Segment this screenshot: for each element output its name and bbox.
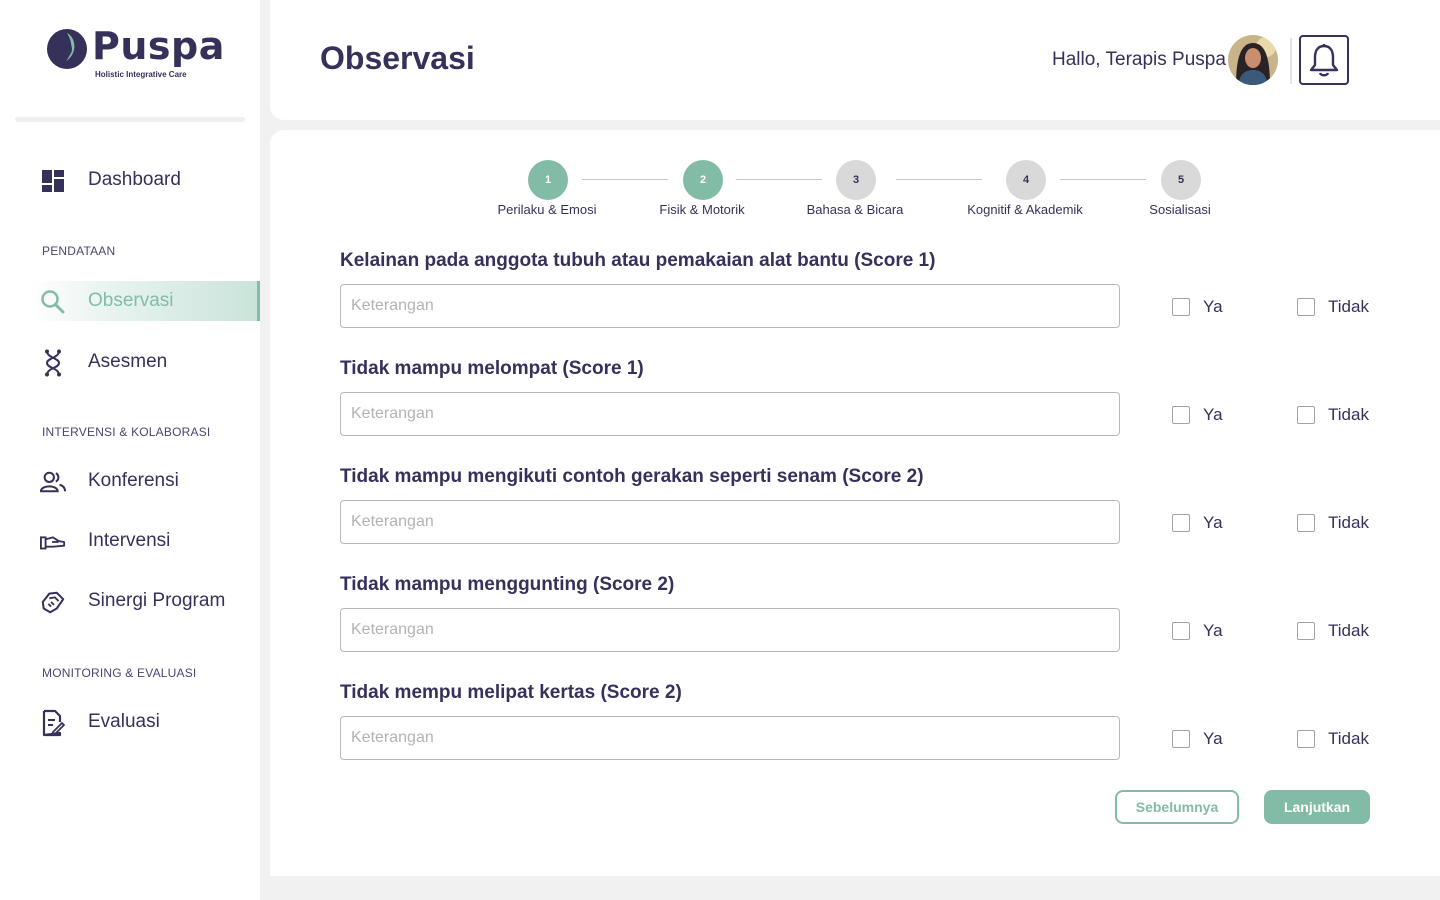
section-label-pendataan: PENDATAAN [42, 244, 116, 258]
step-2-label: Fisik & Motorik [659, 202, 745, 217]
step-4-label: Kognitif & Akademik [967, 202, 1083, 217]
keterangan-input[interactable] [340, 392, 1120, 436]
bell-icon [1309, 44, 1339, 77]
checkbox-icon [1297, 298, 1315, 316]
no-checkbox[interactable]: Tidak [1297, 405, 1369, 425]
keterangan-input[interactable] [340, 716, 1120, 760]
no-checkbox[interactable]: Tidak [1297, 729, 1369, 749]
sidebar: Puspa Holistic Integrative Care Dashboar… [0, 0, 260, 900]
sidebar-item-label: Asesmen [88, 351, 168, 372]
step-connector [1060, 179, 1146, 180]
no-label: Tidak [1328, 729, 1369, 748]
sidebar-item-label: Konferensi [88, 470, 179, 491]
sidebar-item-label: Sinergi Program [88, 590, 226, 611]
yes-checkbox[interactable]: Ya [1172, 405, 1223, 425]
yes-checkbox[interactable]: Ya [1172, 513, 1223, 533]
previous-button[interactable]: Sebelumnya [1115, 790, 1239, 824]
sidebar-item-label: Observasi [88, 290, 174, 311]
step-connector [582, 179, 668, 180]
yes-checkbox[interactable]: Ya [1172, 729, 1223, 749]
section-label-intervensi: INTERVENSI & KOLABORASI [42, 425, 211, 439]
page-title: Observasi [320, 40, 475, 76]
page-header: Observasi Hallo, Terapis Puspa [270, 0, 1440, 120]
question-title: Tidak mampu mengikuti contoh gerakan sep… [340, 466, 924, 487]
checkbox-icon [1172, 406, 1190, 424]
logo-mark-icon [47, 29, 87, 69]
keterangan-input[interactable] [340, 284, 1120, 328]
people-icon [40, 469, 66, 495]
no-checkbox[interactable]: Tidak [1297, 513, 1369, 533]
step-connector [736, 179, 822, 180]
step-5[interactable]: 5 [1161, 160, 1201, 200]
question-title: Tidak mampu melompat (Score 1) [340, 358, 644, 379]
logo-tagline: Holistic Integrative Care [95, 70, 187, 79]
keterangan-input[interactable] [340, 608, 1120, 652]
yes-checkbox[interactable]: Ya [1172, 621, 1223, 641]
question-title: Tidak mampu menggunting (Score 2) [340, 574, 675, 595]
yes-checkbox[interactable]: Ya [1172, 297, 1223, 317]
app-logo[interactable]: Puspa Holistic Integrative Care [46, 24, 224, 84]
yes-label: Ya [1203, 729, 1223, 748]
next-button[interactable]: Lanjutkan [1264, 790, 1370, 824]
notification-button[interactable] [1299, 35, 1349, 85]
no-checkbox[interactable]: Tidak [1297, 297, 1369, 317]
user-greeting: Hallo, Terapis Puspa [1052, 49, 1226, 70]
search-icon [40, 289, 66, 315]
sidebar-item-observasi[interactable]: Observasi [0, 281, 260, 321]
keterangan-input[interactable] [340, 500, 1120, 544]
yes-label: Ya [1203, 621, 1223, 640]
sidebar-item-dashboard[interactable]: Dashboard [0, 160, 260, 200]
no-checkbox[interactable]: Tidak [1297, 621, 1369, 641]
sidebar-item-asesmen[interactable]: Asesmen [0, 342, 260, 382]
dna-icon [40, 349, 66, 377]
no-label: Tidak [1328, 405, 1369, 424]
step-3-label: Bahasa & Bicara [806, 202, 904, 217]
checkbox-icon [1297, 514, 1315, 532]
checkbox-icon [1172, 298, 1190, 316]
checkbox-icon [1297, 406, 1315, 424]
step-2[interactable]: 2 [683, 160, 723, 200]
no-label: Tidak [1328, 621, 1369, 640]
no-label: Tidak [1328, 513, 1369, 532]
sidebar-item-konferensi[interactable]: Konferensi [0, 461, 260, 501]
step-4[interactable]: 4 [1006, 160, 1046, 200]
handshake-icon [40, 589, 66, 615]
avatar[interactable] [1228, 35, 1278, 85]
checkbox-icon [1172, 730, 1190, 748]
step-connector [896, 179, 982, 180]
header-separator [1290, 38, 1292, 84]
yes-label: Ya [1203, 513, 1223, 532]
sidebar-item-intervensi[interactable]: Intervensi [0, 521, 260, 561]
sidebar-item-label: Evaluasi [88, 711, 160, 732]
sidebar-item-label: Dashboard [88, 169, 181, 190]
sidebar-item-evaluasi[interactable]: Evaluasi [0, 702, 260, 742]
sidebar-divider [15, 117, 245, 122]
step-3[interactable]: 3 [836, 160, 876, 200]
step-1-label: Perilaku & Emosi [497, 202, 597, 217]
step-1[interactable]: 1 [528, 160, 568, 200]
step-5-label: Sosialisasi [1149, 202, 1211, 217]
question-title: Tidak mempu melipat kertas (Score 2) [340, 682, 682, 703]
section-label-monitoring: MONITORING & EVALUASI [42, 666, 197, 680]
no-label: Tidak [1328, 297, 1369, 316]
checkbox-icon [1172, 514, 1190, 532]
sidebar-item-sinergi-program[interactable]: Sinergi Program [0, 581, 260, 621]
yes-label: Ya [1203, 405, 1223, 424]
checkbox-icon [1297, 730, 1315, 748]
hand-icon [40, 529, 66, 555]
question-title: Kelainan pada anggota tubuh atau pemakai… [340, 250, 936, 271]
logo-name: Puspa [92, 24, 225, 68]
checkbox-icon [1172, 622, 1190, 640]
observation-panel: 1 Perilaku & Emosi 2 Fisik & Motorik 3 B… [270, 130, 1440, 876]
dashboard-icon [40, 168, 66, 194]
checkbox-icon [1297, 622, 1315, 640]
sidebar-item-label: Intervensi [88, 530, 171, 551]
stepper: 1 Perilaku & Emosi 2 Fisik & Motorik 3 B… [270, 130, 1440, 240]
document-edit-icon [40, 709, 66, 737]
yes-label: Ya [1203, 297, 1223, 316]
